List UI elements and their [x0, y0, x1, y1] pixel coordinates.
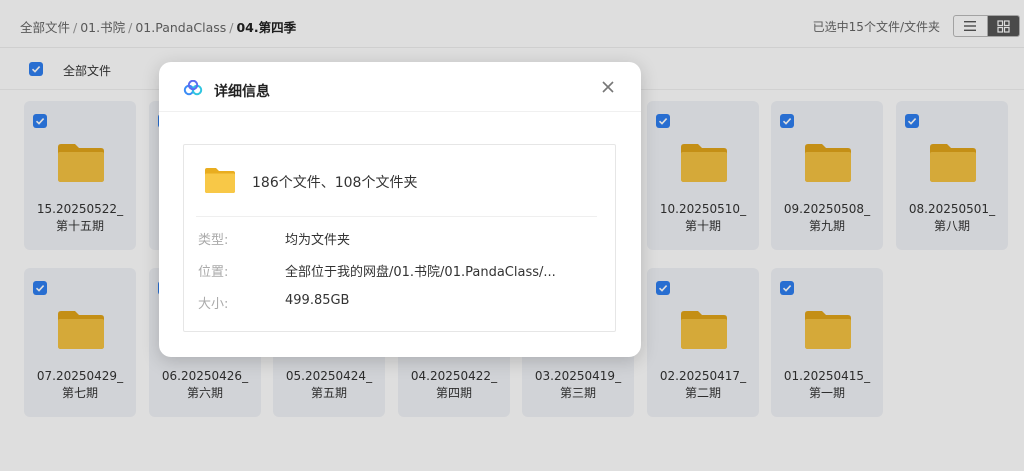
details-summary: 186个文件、108个文件夹	[252, 175, 418, 191]
size-value: 499.85GB	[285, 293, 350, 308]
details-divider	[196, 216, 597, 217]
type-label: 类型:	[198, 233, 229, 248]
size-label: 大小:	[198, 297, 229, 312]
cloud-logo-icon	[183, 80, 203, 96]
details-dialog: 详细信息 186个文件、108个文件夹 类型: 均为文件夹 位置: 全部位于我的…	[159, 62, 641, 357]
location-value[interactable]: 全部位于我的网盘/01.书院/01.PandaClass/...	[285, 261, 556, 280]
type-value: 均为文件夹	[285, 233, 351, 248]
folder-icon	[205, 168, 235, 193]
dialog-title: 详细信息	[214, 84, 270, 100]
details-panel: 186个文件、108个文件夹 类型: 均为文件夹 位置: 全部位于我的网盘/01…	[183, 144, 616, 332]
dialog-header: 详细信息	[159, 62, 641, 112]
close-icon[interactable]	[601, 80, 615, 94]
location-label: 位置:	[198, 265, 229, 280]
